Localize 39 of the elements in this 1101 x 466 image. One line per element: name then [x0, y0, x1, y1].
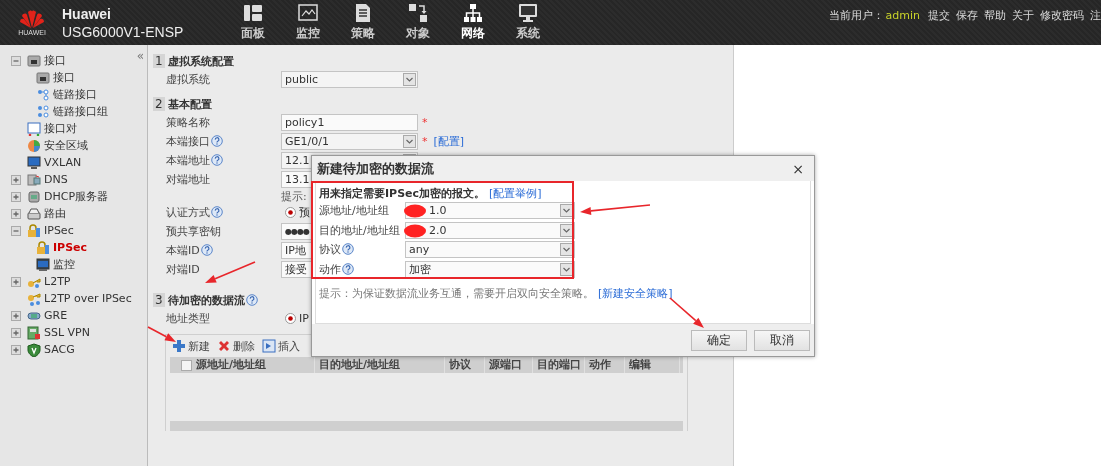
- field-label: 对端地址: [166, 173, 210, 186]
- device-model: USG6000V1-ENSP: [62, 22, 184, 41]
- field-label: 目的地址/地址组: [319, 223, 400, 237]
- field-label: 地址类型: [166, 312, 210, 325]
- field-label: 虚拟系统: [166, 73, 210, 86]
- section-number: 2: [153, 97, 165, 111]
- field-label: 认证方式: [166, 206, 210, 219]
- column-header: 目的地址/地址组: [319, 357, 401, 373]
- required-mark: *: [422, 135, 428, 148]
- field-label: 协议: [319, 243, 341, 257]
- field-label: 动作: [319, 262, 341, 276]
- required-mark: *: [422, 116, 428, 129]
- radio-label: IP: [299, 312, 309, 325]
- column-header: 源端口: [489, 357, 522, 373]
- section-title: 基本配置: [167, 96, 212, 112]
- section-number: 1: [153, 54, 165, 68]
- column-header: 目的端口: [537, 357, 581, 373]
- intro-text: 用来指定需要IPSec加密的报文。: [319, 185, 486, 201]
- hint-text: 提示：为保证数据流业务互通，需要开启双向安全策略。: [319, 285, 594, 301]
- hint-text: 提示:: [281, 188, 307, 204]
- brand-name: Huawei: [62, 4, 112, 23]
- dialog-title: 新建待加密的数据流: [317, 159, 434, 178]
- column-header: 协议: [449, 357, 471, 373]
- column-header: 动作: [589, 357, 611, 373]
- field-label: 源地址/地址组: [319, 204, 389, 218]
- user-name: admin: [885, 9, 920, 22]
- column-header: 编辑: [629, 357, 651, 373]
- field-label: 策略名称: [166, 116, 210, 129]
- section-number: 3: [153, 293, 165, 307]
- field-label: 预共享密钥: [166, 225, 221, 238]
- field-label: 本端地址: [166, 154, 210, 167]
- section-title: 待加密的数据流: [167, 292, 245, 308]
- field-label: 对端ID: [166, 263, 200, 276]
- user-label: 当前用户：: [828, 8, 884, 23]
- radio-label: 预: [299, 205, 310, 220]
- field-label: 本端接口: [166, 135, 210, 148]
- column-header: 源地址/地址组: [196, 357, 267, 373]
- section-title: 虚拟系统配置: [167, 53, 234, 69]
- field-label: 本端ID: [166, 244, 200, 257]
